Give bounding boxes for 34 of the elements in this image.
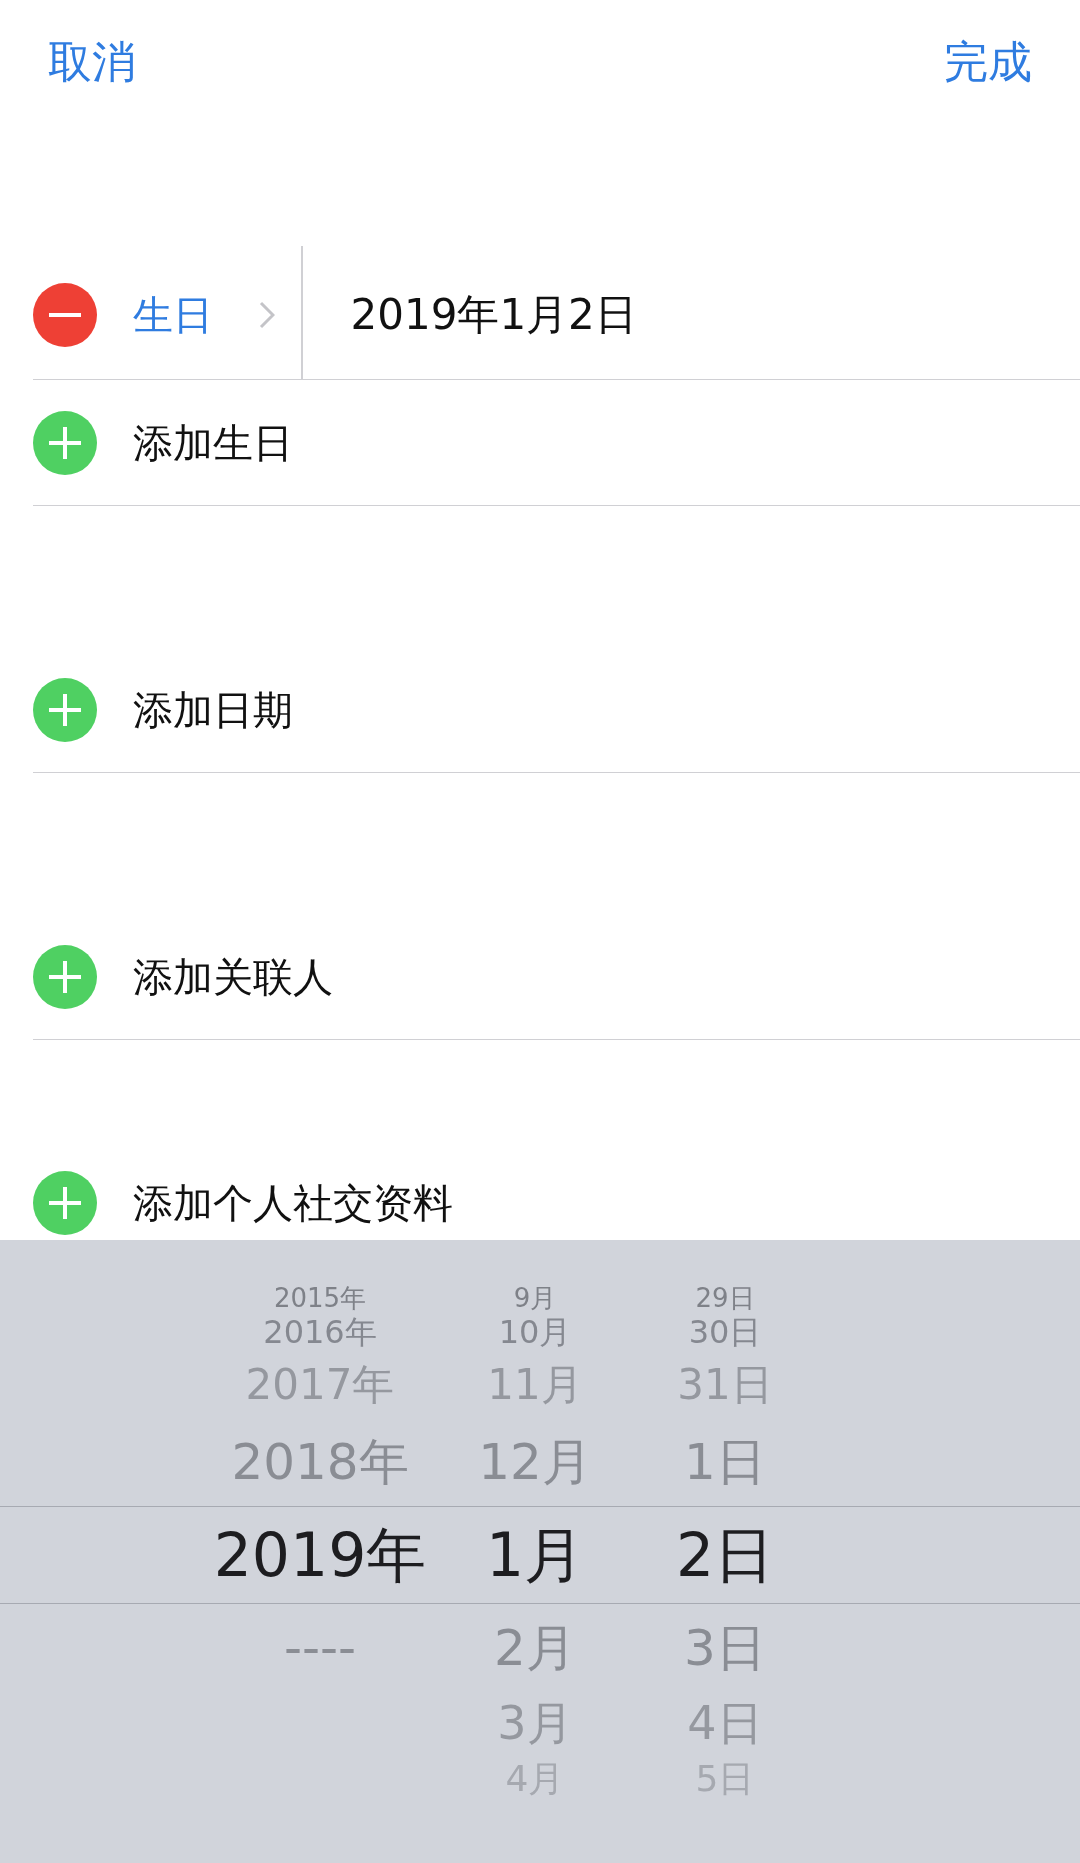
add-row-label[interactable]: 添加生日 — [133, 412, 293, 473]
picker-item[interactable]: 12月 — [478, 1437, 592, 1487]
add-icon[interactable] — [33, 1170, 97, 1235]
add-row-label[interactable]: 添加关联人 — [133, 946, 333, 1007]
picker-item[interactable]: 31日 — [677, 1364, 773, 1406]
add-icon[interactable] — [33, 944, 97, 1009]
picker-item[interactable]: 29日 — [695, 1284, 755, 1311]
add-row-label[interactable]: 添加个人社交资料 — [133, 1172, 453, 1233]
date-value[interactable]: 2019年1月2日 — [350, 283, 637, 346]
picker-item[interactable]: 3日 — [684, 1623, 766, 1673]
add-icon[interactable] — [33, 677, 97, 742]
picker-item[interactable]: 2018年 — [231, 1437, 409, 1487]
picker-item[interactable]: 2015年 — [273, 1284, 367, 1311]
add-row-label[interactable]: 添加日期 — [133, 679, 293, 740]
chevron-icon[interactable] — [259, 300, 275, 329]
picker-item[interactable]: 10月 — [498, 1316, 572, 1348]
picker-item[interactable]: 2016年 — [263, 1316, 377, 1348]
picker-item[interactable]: 9月 — [513, 1284, 557, 1311]
picker-item[interactable]: ---- — [283, 1623, 357, 1673]
cancel-button[interactable]: 取消 — [48, 35, 136, 89]
picker-item[interactable]: 2019年 — [213, 1525, 427, 1585]
picker-item[interactable]: 2017年 — [245, 1364, 395, 1406]
picker-item[interactable]: 2月 — [494, 1623, 576, 1673]
done-button[interactable]: 完成 — [944, 35, 1032, 89]
add-icon[interactable] — [33, 410, 97, 475]
picker-item[interactable]: 11月 — [487, 1364, 583, 1406]
picker-item[interactable]: 1日 — [684, 1437, 766, 1487]
picker-item[interactable]: 3月 — [497, 1700, 573, 1746]
picker-item[interactable]: 2日 — [675, 1525, 775, 1585]
field-label[interactable]: 生日 — [133, 284, 259, 345]
picker-item[interactable]: 4日 — [687, 1700, 763, 1746]
picker-item[interactable]: 1月 — [485, 1525, 585, 1585]
picker-item[interactable]: 30日 — [688, 1316, 762, 1348]
remove-icon[interactable] — [33, 282, 97, 347]
